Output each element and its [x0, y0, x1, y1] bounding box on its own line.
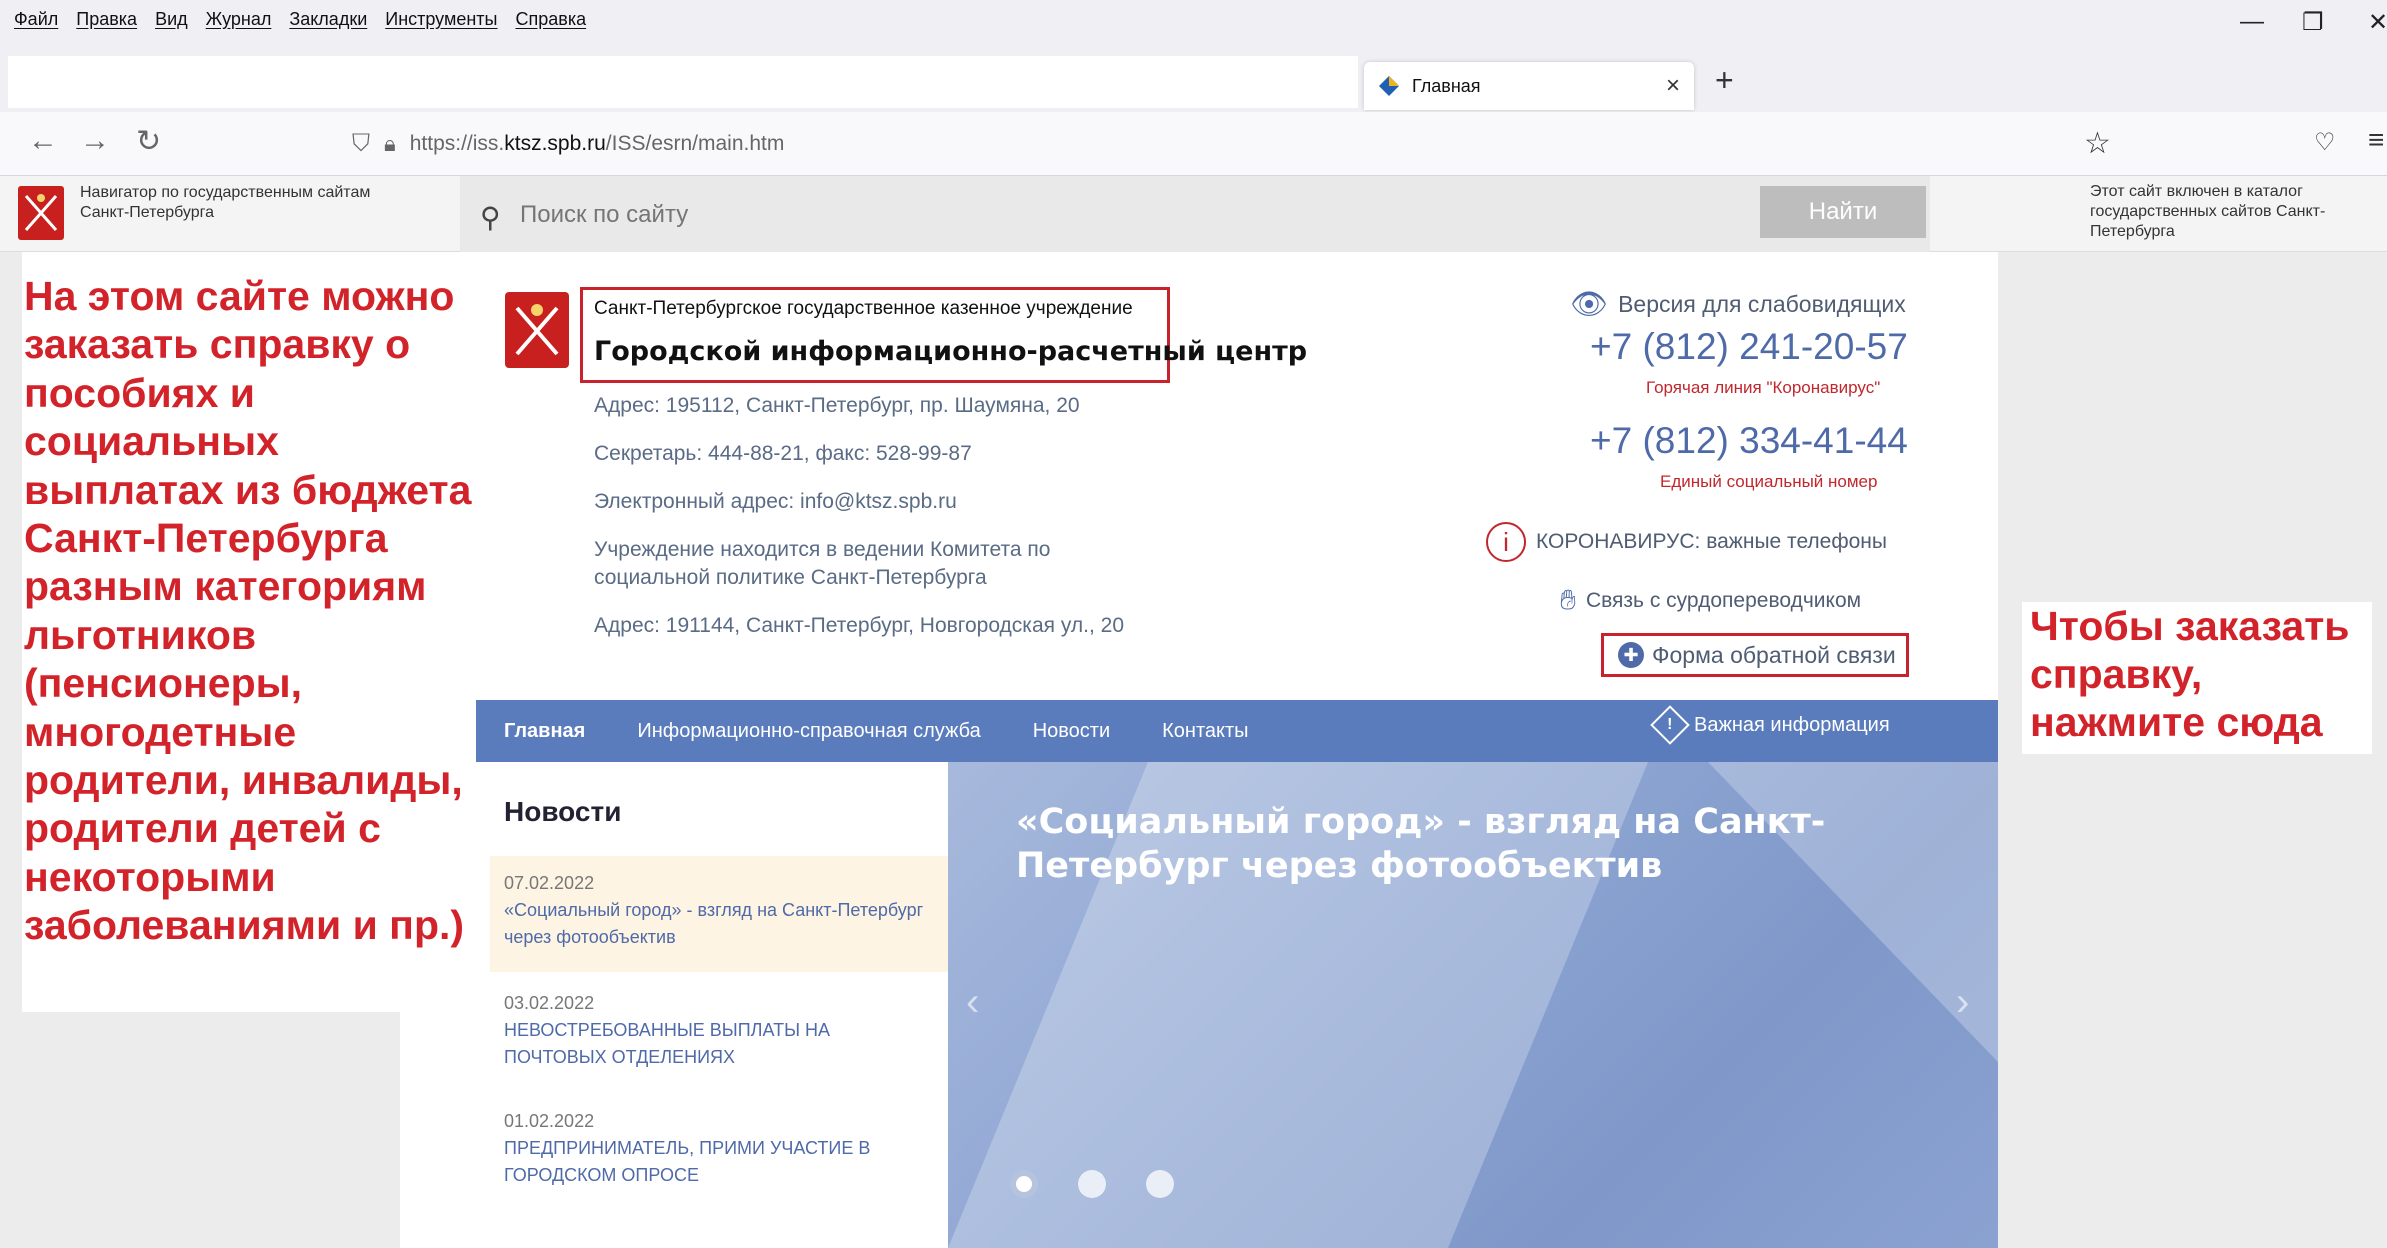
new-tab-icon[interactable]: +: [1715, 62, 1734, 99]
eye-icon: 👁︎: [1570, 288, 1609, 321]
menu-bar: Файл Правка Вид Журнал Закладки Инструме…: [0, 0, 2387, 38]
nav-news[interactable]: Новости: [1033, 720, 1110, 743]
reload-icon[interactable]: ↻: [136, 124, 161, 159]
address-primary: Адрес: 195112, Санкт-Петербург, пр. Шаум…: [594, 394, 1080, 417]
menu-file[interactable]: Файл: [14, 9, 58, 30]
news-item[interactable]: 07.02.2022 «Социальный город» - взгляд н…: [490, 856, 948, 972]
nav-home[interactable]: Главная: [504, 720, 585, 743]
back-icon[interactable]: ←: [28, 124, 58, 158]
news-item[interactable]: 03.02.2022 НЕВОСТРЕБОВАННЫЕ ВЫПЛАТЫ НА П…: [490, 976, 948, 1085]
tab-strip-blank: [8, 56, 1358, 108]
important-info-link[interactable]: ! Важная информация: [1650, 705, 1890, 745]
url-bar[interactable]: ⛉ 🔒︎ https://iss.ktsz.spb.ru/ISS/esrn/ma…: [352, 120, 2072, 168]
slider-prev-icon[interactable]: ‹: [966, 980, 979, 1025]
lock-icon[interactable]: 🔒︎: [384, 131, 396, 157]
menu-bookmarks[interactable]: Закладки: [289, 9, 367, 30]
forward-icon[interactable]: →: [80, 124, 110, 158]
url-text: https://iss.ktsz.spb.ru/ISS/esrn/main.ht…: [409, 132, 785, 155]
site-favicon-icon: [1379, 76, 1399, 96]
catalog-notice[interactable]: Этот сайт включен в каталог государствен…: [2090, 182, 2380, 242]
pocket-icon[interactable]: ♡: [2314, 128, 2336, 157]
restore-icon[interactable]: ❐: [2302, 8, 2324, 37]
gov-navigator-link[interactable]: Навигатор по государственным сайтам Санк…: [80, 183, 410, 223]
secretary-phone: Секретарь: 444-88-21, факс: 528-99-87: [594, 442, 972, 465]
news-item[interactable]: 01.02.2022 ПРЕДПРИНИМАТЕЛЬ, ПРИМИ УЧАСТИ…: [490, 1094, 948, 1203]
slider-dot[interactable]: [1146, 1170, 1174, 1198]
shield-icon[interactable]: ⛉: [352, 130, 370, 158]
search-icon: ⚲: [480, 202, 501, 233]
site-emblem-icon[interactable]: [505, 292, 569, 368]
menu-help[interactable]: Справка: [516, 9, 587, 30]
lifebuoy-icon: ✚: [1618, 642, 1644, 668]
annotation-right-text: Чтобы заказать справку, нажмите сюда: [2030, 603, 2350, 745]
bookmark-star-icon[interactable]: ☆: [2084, 126, 2111, 161]
phone-hotline-note: Горячая линия "Коронавирус": [1646, 378, 1881, 397]
feedback-form-link[interactable]: ✚ Форма обратной связи: [1601, 633, 1909, 677]
info-icon: i: [1486, 522, 1526, 562]
menu-history[interactable]: Журнал: [206, 9, 272, 30]
phone-hotline[interactable]: +7 (812) 241-20-57: [1590, 326, 1908, 368]
site-search-input[interactable]: [520, 198, 1720, 232]
app-menu-icon[interactable]: ≡: [2368, 124, 2384, 156]
phone-social-note: Единый социальный номер: [1660, 472, 1878, 491]
nav-info-service[interactable]: Информационно-справочная служба: [637, 720, 980, 743]
close-window-icon[interactable]: ✕: [2368, 8, 2387, 37]
warning-diamond-icon: !: [1650, 705, 1690, 745]
tab-label: Главная: [1412, 75, 1481, 96]
org-subtitle: Санкт-Петербургское государственное казе…: [594, 298, 1133, 319]
nav-contacts[interactable]: Контакты: [1162, 720, 1248, 743]
email-address: Электронный адрес: info@ktsz.spb.ru: [594, 490, 957, 513]
sign-language-icon: ✋︎: [1560, 584, 1576, 615]
low-vision-link[interactable]: 👁︎ Версия для слабовидящих: [1570, 287, 1906, 322]
menu-view[interactable]: Вид: [155, 9, 188, 30]
tab-main[interactable]: Главная ×: [1364, 62, 1694, 110]
minimize-icon[interactable]: —: [2240, 8, 2264, 36]
slider-dot[interactable]: [1010, 1170, 1038, 1198]
coronavirus-link[interactable]: i КОРОНАВИРУС: важные телефоны: [1486, 522, 1887, 562]
news-heading: Новости: [504, 796, 622, 827]
slider-dot[interactable]: [1078, 1170, 1106, 1198]
annotation-left-text: На этом сайте можно заказать справку о п…: [24, 273, 472, 949]
sign-language-link[interactable]: ✋︎ Связь с сурдопереводчиком: [1560, 584, 1861, 617]
menu-tools[interactable]: Инструменты: [385, 9, 497, 30]
phone-social[interactable]: +7 (812) 334-41-44: [1590, 420, 1908, 462]
search-button[interactable]: Найти: [1760, 186, 1926, 238]
org-title: Городской информационно-расчетный центр: [594, 336, 1308, 367]
spb-emblem-icon[interactable]: [18, 186, 64, 240]
slider-title[interactable]: «Социальный город» - взгляд на Санкт-Пет…: [1016, 800, 1956, 888]
slider-next-icon[interactable]: ›: [1956, 980, 1969, 1025]
ministry-info: Учреждение находится в ведении Комитета …: [594, 538, 1051, 589]
menu-edit[interactable]: Правка: [76, 9, 137, 30]
close-tab-icon[interactable]: ×: [1666, 72, 1680, 100]
address-secondary: Адрес: 191144, Санкт-Петербург, Новгород…: [594, 614, 1124, 637]
